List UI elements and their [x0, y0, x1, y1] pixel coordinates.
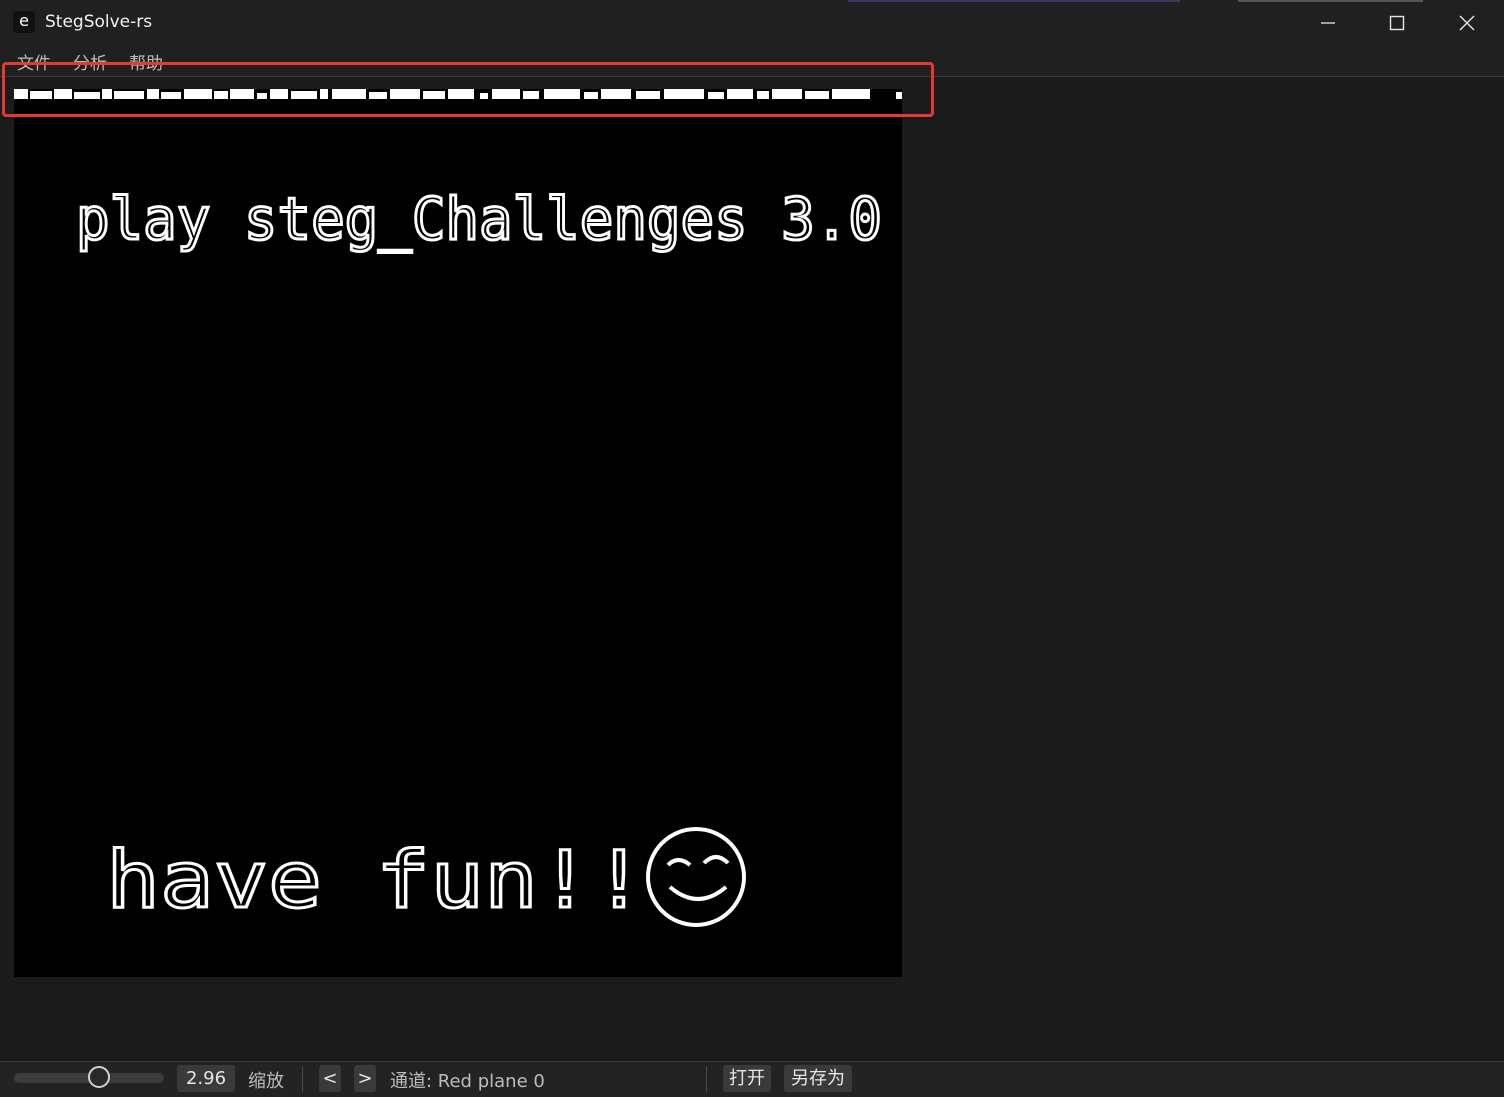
title-accent-strip: [848, 0, 1180, 2]
zoom-slider-thumb[interactable]: [88, 1066, 110, 1088]
minimize-button[interactable]: [1293, 0, 1363, 45]
bit-plane-image: play steg_Challenges 3.0 have fun!!: [14, 89, 902, 928]
next-channel-button[interactable]: >: [354, 1065, 376, 1092]
open-button[interactable]: 打开: [723, 1065, 771, 1092]
maximize-button[interactable]: [1362, 0, 1432, 45]
prev-channel-button[interactable]: <: [319, 1065, 341, 1092]
app-icon: e: [13, 11, 35, 33]
minimize-icon: [1321, 21, 1335, 24]
smiley-icon: [646, 827, 746, 927]
window-title: StegSolve-rs: [45, 12, 153, 32]
close-button[interactable]: [1432, 0, 1502, 45]
divider: [302, 1066, 303, 1092]
channel-label: 通道: Red plane 0: [390, 1071, 545, 1092]
divider: [706, 1066, 707, 1092]
close-icon: [1459, 15, 1475, 30]
red-highlight-box: [2, 62, 934, 117]
maximize-icon: [1389, 15, 1405, 30]
title-bar: e StegSolve-rs: [0, 0, 1504, 45]
zoom-value-field[interactable]: 2.96: [177, 1065, 235, 1092]
image-view[interactable]: play steg_Challenges 3.0 have fun!!: [14, 89, 902, 977]
save-as-button[interactable]: 另存为: [784, 1065, 852, 1092]
image-text-line2: have fun!!: [106, 836, 646, 926]
image-text-line1: play steg_Challenges 3.0: [76, 185, 882, 253]
zoom-label: 缩放: [248, 1071, 284, 1092]
